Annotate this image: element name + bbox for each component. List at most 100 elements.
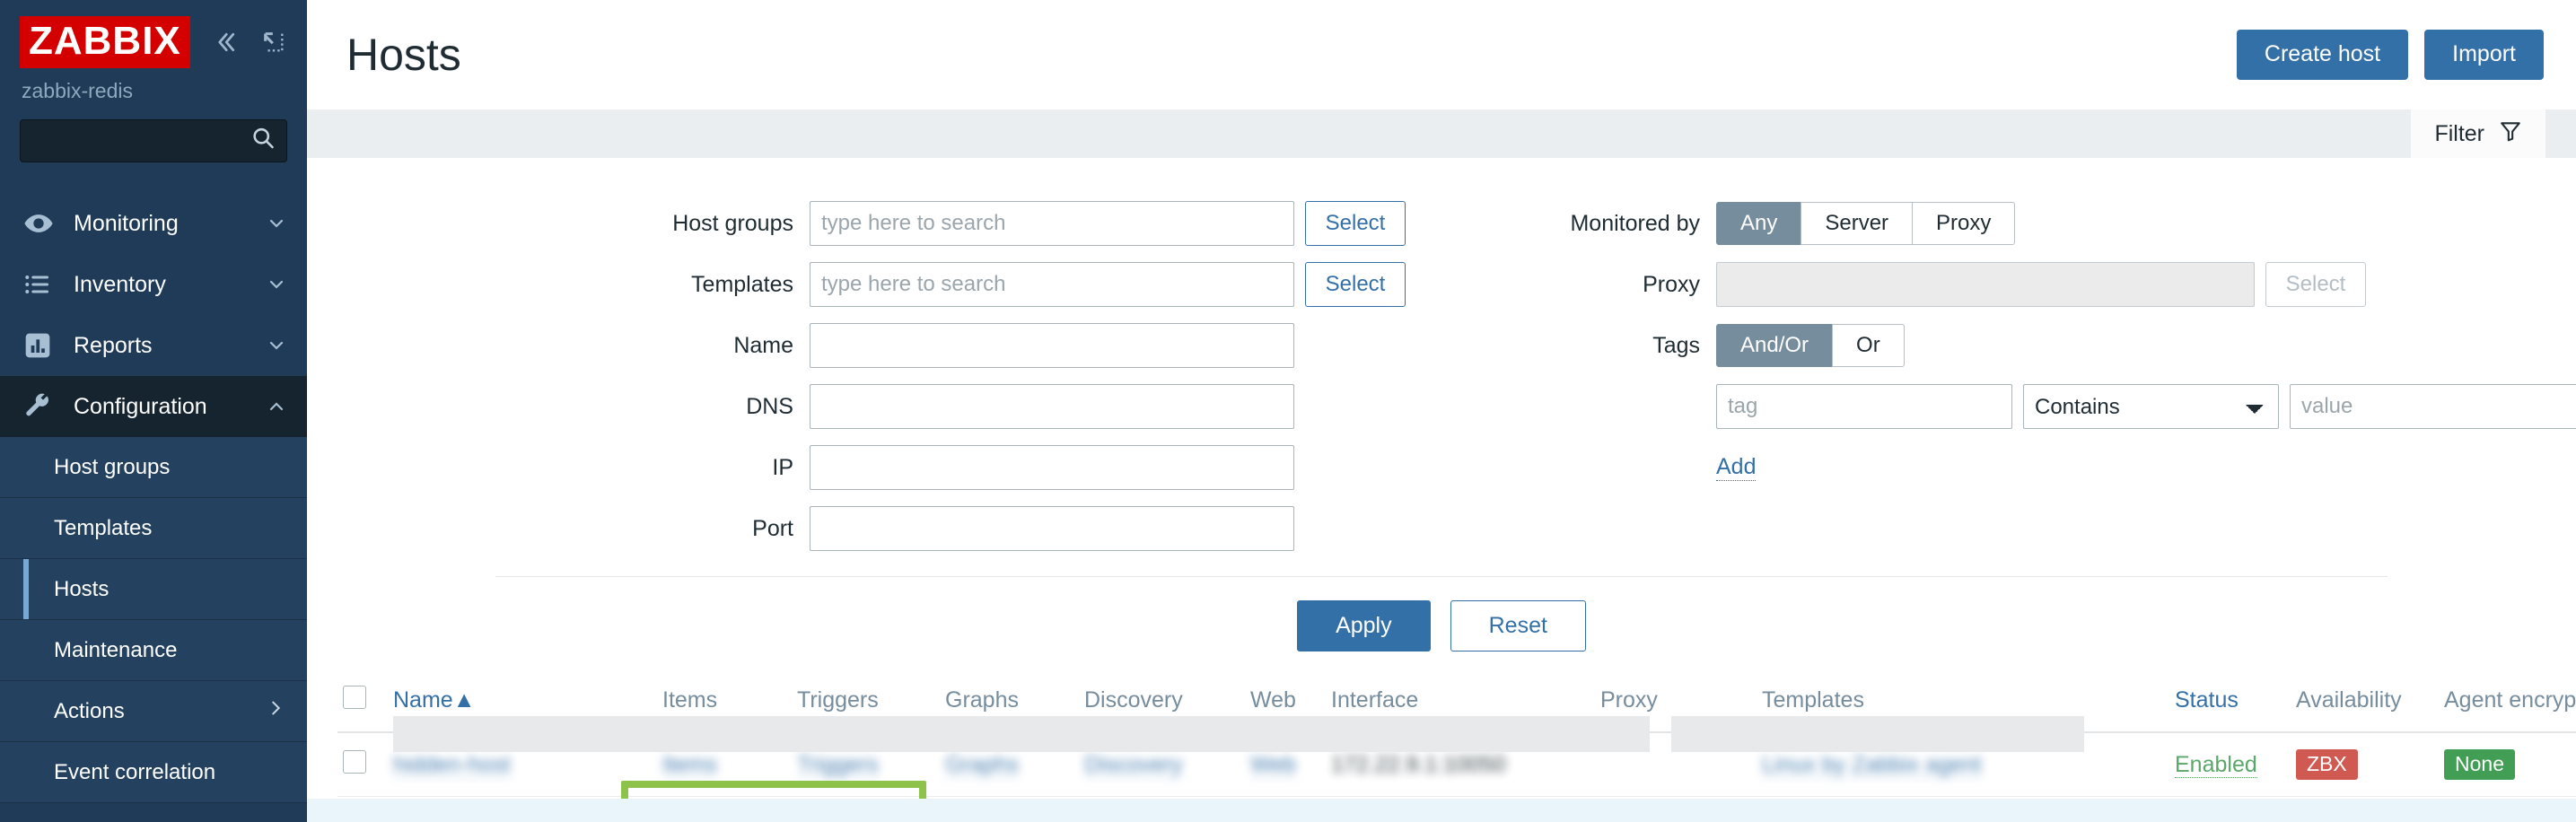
host-groups-label: Host groups bbox=[672, 210, 793, 236]
status-link[interactable]: Enabled bbox=[2175, 751, 2257, 778]
sidebar-subitem-label: Host groups bbox=[54, 454, 171, 479]
proxy-control: Select bbox=[1716, 262, 2366, 307]
sidebar-item-host-groups[interactable]: Host groups bbox=[0, 437, 307, 498]
sidebar-subitem-label: Hosts bbox=[54, 576, 110, 601]
tags-option-andor[interactable]: And/Or bbox=[1716, 324, 1834, 367]
tag-add-link[interactable]: Add bbox=[1716, 454, 1757, 481]
dns-input[interactable] bbox=[810, 384, 1294, 429]
import-button[interactable]: Import bbox=[2424, 30, 2544, 80]
table-header-row: Name▲ Items Triggers Graphs Discovery We… bbox=[337, 673, 2576, 733]
triggers-link[interactable]: Triggers bbox=[797, 751, 879, 778]
row-items-cell[interactable]: Items bbox=[657, 732, 792, 798]
table-row[interactable]: hidden-host Items Triggers Graphs Discov… bbox=[337, 732, 2576, 798]
sidebar-item-reports[interactable]: Reports bbox=[0, 315, 307, 376]
items-link[interactable]: Items bbox=[662, 751, 718, 778]
monitored-by-option-proxy[interactable]: Proxy bbox=[1912, 202, 2016, 245]
template-link[interactable]: Linux by Zabbix agent bbox=[1762, 751, 1982, 778]
row-proxy-cell bbox=[1595, 732, 1757, 798]
search-icon[interactable] bbox=[250, 126, 276, 157]
sidebar-search[interactable] bbox=[20, 119, 307, 162]
tag-value-input[interactable] bbox=[2290, 384, 2576, 429]
name-input[interactable] bbox=[810, 323, 1294, 368]
sidebar-subitem-label: Actions bbox=[54, 698, 125, 723]
sidebar-item-hosts[interactable]: Hosts bbox=[0, 559, 307, 620]
port-control bbox=[810, 506, 1294, 551]
row-status-cell[interactable]: Enabled bbox=[2169, 732, 2291, 798]
sidebar-item-label: Reports bbox=[74, 332, 153, 358]
column-header-templates: Templates bbox=[1757, 673, 2169, 733]
column-header-status[interactable]: Status bbox=[2169, 673, 2291, 733]
row-triggers-cell[interactable]: Triggers bbox=[792, 732, 940, 798]
graphs-link[interactable]: Graphs bbox=[945, 751, 1019, 778]
templates-input[interactable] bbox=[810, 262, 1294, 307]
filter-row-templates: Templates Select bbox=[307, 262, 1492, 307]
sidebar-top: ZABBIX zabbix-redis bbox=[0, 0, 307, 103]
filter-row-add: Add bbox=[1492, 445, 2576, 490]
dns-label: DNS bbox=[746, 393, 793, 419]
row-availability-cell[interactable]: ZBX bbox=[2291, 732, 2439, 798]
dns-control bbox=[810, 384, 1294, 429]
select-all-header bbox=[337, 673, 388, 733]
host-groups-select-button[interactable]: Select bbox=[1305, 201, 1406, 246]
sidebar-item-templates[interactable]: Templates bbox=[0, 498, 307, 559]
column-header-agent-encryption: Agent encryption bbox=[2439, 673, 2576, 733]
tag-operator-select[interactable]: Contains bbox=[2023, 384, 2279, 429]
proxy-select-button[interactable]: Select bbox=[2265, 262, 2366, 307]
list-icon bbox=[23, 270, 61, 299]
tags-option-or[interactable]: Or bbox=[1832, 324, 1905, 367]
sidebar-item-inventory[interactable]: Inventory bbox=[0, 254, 307, 315]
discovery-link[interactable]: Discovery bbox=[1084, 751, 1183, 778]
proxy-input[interactable] bbox=[1716, 262, 2255, 307]
host-name-link[interactable]: hidden-host bbox=[393, 751, 511, 778]
row-name-cell[interactable]: hidden-host bbox=[388, 732, 657, 798]
availability-badge[interactable]: ZBX bbox=[2296, 749, 2358, 781]
app-root: ZABBIX zabbix-redis Monitoring Inventory… bbox=[0, 0, 2576, 822]
create-host-button[interactable]: Create host bbox=[2236, 30, 2409, 80]
tag-name-input[interactable] bbox=[1716, 384, 2012, 429]
filter-row-tags: Tags And/Or Or bbox=[1492, 323, 2576, 368]
web-link[interactable]: Web bbox=[1250, 751, 1296, 778]
ip-input[interactable] bbox=[810, 445, 1294, 490]
column-header-availability: Availability bbox=[2291, 673, 2439, 733]
sidebar-item-monitoring[interactable]: Monitoring bbox=[0, 193, 307, 254]
expand-arrow-icon[interactable] bbox=[260, 27, 287, 57]
host-groups-input[interactable] bbox=[810, 201, 1294, 246]
column-header-triggers: Triggers bbox=[792, 673, 940, 733]
sidebar-item-maintenance[interactable]: Maintenance bbox=[0, 620, 307, 681]
sidebar-submenu-configuration: Host groups Templates Hosts Maintenance … bbox=[0, 437, 307, 803]
reset-button[interactable]: Reset bbox=[1450, 600, 1586, 651]
chevron-double-left-icon[interactable] bbox=[212, 27, 239, 57]
next-row-strip bbox=[307, 799, 2576, 822]
column-header-name[interactable]: Name▲ bbox=[388, 673, 657, 733]
row-checkbox[interactable] bbox=[343, 749, 366, 774]
filter-row-dns: DNS bbox=[307, 384, 1492, 429]
apply-button[interactable]: Apply bbox=[1297, 600, 1431, 651]
header-actions: Create host Import bbox=[2236, 30, 2544, 80]
tag-entry-control: Contains Remove bbox=[1716, 384, 2576, 429]
tab-filter[interactable]: Filter bbox=[2411, 109, 2545, 158]
filter-panel: Host groups Select Templates Select bbox=[307, 158, 2576, 673]
select-all-checkbox[interactable] bbox=[343, 686, 366, 709]
monitored-by-option-server[interactable]: Server bbox=[1801, 202, 1914, 245]
column-header-proxy: Proxy bbox=[1595, 673, 1757, 733]
row-templates-cell[interactable]: Linux by Zabbix agent bbox=[1757, 732, 2169, 798]
filter-column-left: Host groups Select Templates Select bbox=[307, 201, 1492, 567]
proxy-label: Proxy bbox=[1643, 271, 1700, 297]
monitored-by-option-any[interactable]: Any bbox=[1716, 202, 1802, 245]
chevron-right-icon bbox=[266, 698, 285, 724]
sidebar-item-actions[interactable]: Actions bbox=[0, 681, 307, 742]
chevron-down-icon bbox=[266, 335, 287, 356]
templates-select-button[interactable]: Select bbox=[1305, 262, 1406, 307]
port-input[interactable] bbox=[810, 506, 1294, 551]
sidebar-item-configuration[interactable]: Configuration bbox=[0, 376, 307, 437]
sort-ascending-icon: ▲ bbox=[452, 687, 476, 713]
row-graphs-cell[interactable]: Graphs bbox=[940, 732, 1079, 798]
hosts-table-head: Name▲ Items Triggers Graphs Discovery We… bbox=[337, 673, 2576, 733]
chevron-down-icon bbox=[266, 213, 287, 234]
zabbix-logo[interactable]: ZABBIX bbox=[20, 16, 190, 68]
monitored-by-label: Monitored by bbox=[1570, 210, 1700, 236]
wrench-icon bbox=[23, 392, 61, 421]
row-discovery-cell[interactable]: Discovery bbox=[1079, 732, 1245, 798]
row-web-cell[interactable]: Web bbox=[1245, 732, 1326, 798]
sidebar-item-event-correlation[interactable]: Event correlation bbox=[0, 742, 307, 803]
